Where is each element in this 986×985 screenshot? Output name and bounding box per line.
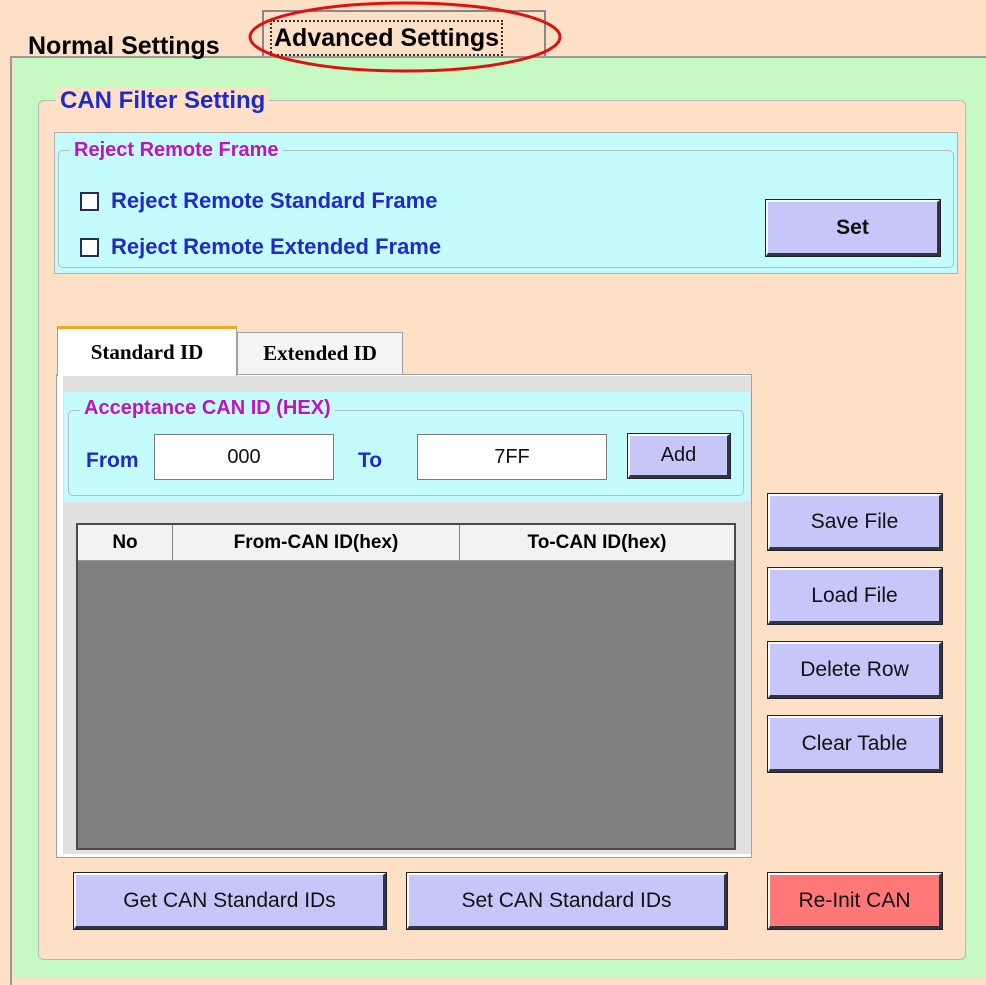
reinit-can-button[interactable]: Re-Init CAN — [767, 872, 943, 930]
table-header: No From-CAN ID(hex) To-CAN ID(hex) — [78, 525, 734, 561]
reject-standard-frame-label: Reject Remote Standard Frame — [111, 188, 438, 213]
load-file-button[interactable]: Load File — [767, 567, 943, 625]
column-header-to-can-id[interactable]: To-CAN ID(hex) — [460, 525, 734, 560]
highlight-circle — [248, 1, 562, 73]
tab-normal-settings[interactable]: Normal Settings — [28, 34, 220, 59]
column-header-from-can-id[interactable]: From-CAN ID(hex) — [173, 525, 460, 560]
reject-extended-frame-row[interactable]: Reject Remote Extended Frame — [80, 234, 441, 260]
can-id-table[interactable]: No From-CAN ID(hex) To-CAN ID(hex) — [76, 523, 736, 850]
to-can-id-input[interactable]: 7FF — [417, 434, 607, 480]
window-left-edge — [10, 56, 12, 985]
can-filter-title: CAN Filter Setting — [56, 87, 270, 115]
reject-extended-frame-checkbox[interactable] — [80, 237, 99, 257]
reject-extended-frame-label: Reject Remote Extended Frame — [111, 234, 442, 259]
acceptance-can-id-title: Acceptance CAN ID (HEX) — [80, 397, 335, 420]
to-label: To — [358, 449, 383, 472]
add-button[interactable]: Add — [627, 433, 731, 479]
set-can-standard-ids-button[interactable]: Set CAN Standard IDs — [406, 872, 728, 930]
tab-standard-id[interactable]: Standard ID — [57, 326, 237, 376]
reject-standard-frame-checkbox[interactable] — [80, 191, 99, 211]
clear-table-button[interactable]: Clear Table — [767, 715, 943, 773]
delete-row-button[interactable]: Delete Row — [767, 641, 943, 699]
tab-extended-id[interactable]: Extended ID — [237, 332, 403, 374]
get-can-standard-ids-button[interactable]: Get CAN Standard IDs — [73, 872, 387, 930]
save-file-button[interactable]: Save File — [767, 493, 943, 551]
reject-remote-frame-title: Reject Remote Frame — [70, 139, 283, 162]
reject-standard-frame-row[interactable]: Reject Remote Standard Frame — [80, 188, 437, 214]
column-header-no[interactable]: No — [78, 525, 173, 560]
from-label: From — [86, 449, 139, 472]
from-can-id-input[interactable]: 000 — [154, 434, 334, 480]
set-button[interactable]: Set — [765, 199, 941, 257]
